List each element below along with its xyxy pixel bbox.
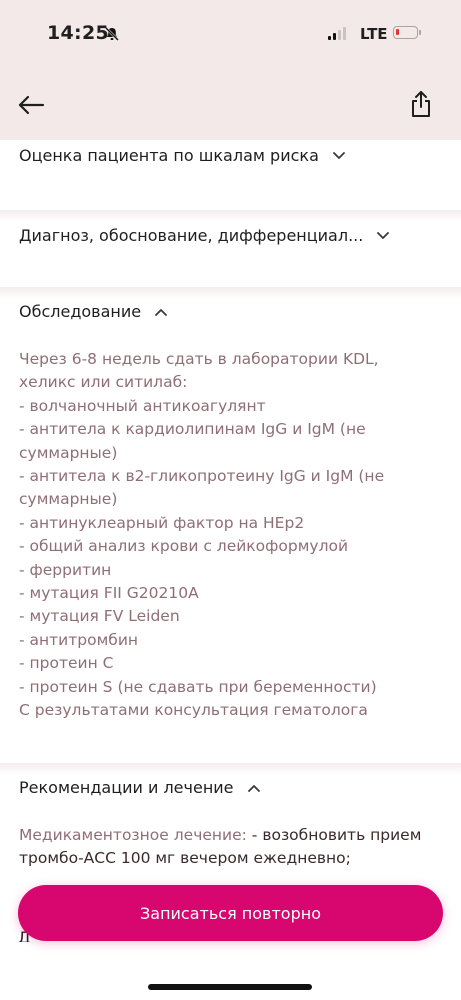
network-type: LTE bbox=[360, 25, 388, 43]
arrow-left-icon[interactable] bbox=[17, 94, 45, 116]
battery-icon bbox=[393, 26, 421, 39]
treatment-label: Медикаментозное лечение: bbox=[19, 826, 247, 844]
chevron-down-icon bbox=[332, 151, 345, 159]
section-title-examination: Обследование bbox=[19, 302, 142, 321]
chevron-up-icon bbox=[247, 784, 260, 792]
chevron-down-icon bbox=[377, 231, 390, 239]
bell-slash-icon bbox=[105, 27, 119, 41]
chevron-up-icon bbox=[155, 308, 168, 316]
card-divider bbox=[0, 763, 461, 775]
card-divider bbox=[0, 210, 461, 222]
status-bar: 14:25 LTE bbox=[0, 0, 461, 66]
share-icon[interactable] bbox=[410, 90, 432, 118]
home-indicator bbox=[148, 984, 312, 990]
section-header-diagnosis[interactable]: Диагноз, обоснование, дифференциал... bbox=[19, 226, 390, 245]
section-header-risk[interactable]: Оценка пациента по шкалам риска bbox=[19, 146, 345, 165]
examination-text: Через 6-8 недель сдать в лаборатории KDL… bbox=[19, 350, 385, 720]
signal-icon bbox=[328, 26, 346, 40]
section-title-recommendations: Рекомендации и лечение bbox=[19, 778, 234, 797]
book-again-button[interactable]: Записаться повторно bbox=[18, 885, 443, 941]
status-time: 14:25 bbox=[47, 22, 109, 44]
card-divider bbox=[0, 287, 461, 299]
section-title-diagnosis: Диагноз, обоснование, дифференциал... bbox=[19, 226, 364, 245]
section-header-examination[interactable]: Обследование bbox=[19, 302, 168, 321]
navigation-bar bbox=[0, 66, 461, 140]
section-title-risk: Оценка пациента по шкалам риска bbox=[19, 146, 319, 165]
recommendations-text: Медикаментозное лечение: - возобновить п… bbox=[19, 824, 444, 870]
section-header-recommendations[interactable]: Рекомендации и лечение bbox=[19, 778, 260, 797]
